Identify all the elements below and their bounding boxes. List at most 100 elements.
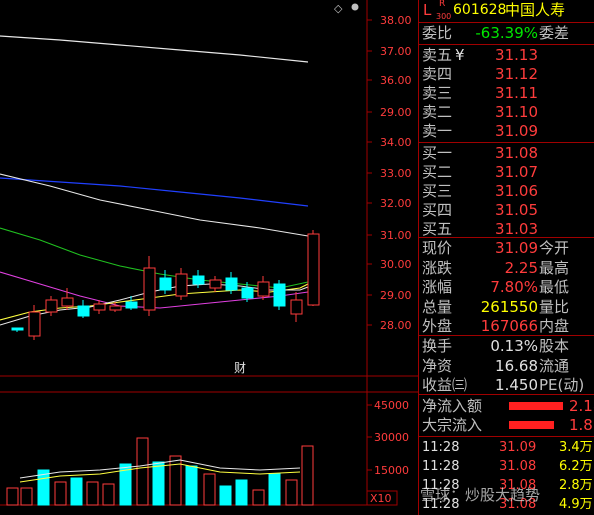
quote-value: 261550: [480, 297, 538, 316]
volume-bar: [54, 481, 67, 506]
price-tick: 31.00: [380, 229, 412, 242]
flow-value: 2.18: [569, 397, 594, 415]
ask-row[interactable]: 卖二 31.10: [419, 103, 594, 122]
bid-row[interactable]: 买二 31.07: [419, 163, 594, 182]
stat-value: 1.450: [495, 376, 538, 394]
volume-bar: [70, 477, 83, 506]
stat-label2: 股本: [539, 337, 570, 355]
price-tick: 38.00: [380, 14, 412, 27]
ask-label: 卖五: [422, 46, 453, 64]
volume-bar: [203, 473, 216, 506]
bid-label: 买四: [422, 201, 453, 219]
quote-label2: 今开: [539, 239, 570, 257]
bid-price: 31.08: [495, 144, 538, 162]
candle-body: [192, 275, 205, 285]
candle-body: [93, 303, 106, 311]
bid-row[interactable]: 买一 31.08: [419, 144, 594, 163]
volume-bar: [235, 479, 248, 506]
price-tick: 33.00: [380, 167, 412, 180]
volume-bar: [268, 473, 281, 506]
kline-chart[interactable]: X10 38.0037.0036.0029.0034.0033.0032.003…: [0, 0, 418, 515]
bid-row[interactable]: 买四 31.05: [419, 201, 594, 220]
ask-price: 31.09: [495, 122, 538, 140]
candle-body: [241, 287, 254, 299]
bid-row[interactable]: 买三 31.06: [419, 182, 594, 201]
dot-icon[interactable]: [351, 3, 359, 11]
stat-label: 换手: [422, 337, 453, 355]
ask-row[interactable]: 卖五 31.13 ¥: [419, 46, 594, 65]
price-tick: 29.00: [380, 106, 412, 119]
quote-row: 涨跌 2.25 最高: [419, 259, 594, 278]
quote-value: 2.25: [504, 258, 538, 277]
bid-price: 31.06: [495, 182, 538, 200]
stat-row: 收益㈢ 1.450 PE(动): [419, 376, 594, 395]
candle-body: [61, 297, 74, 307]
quote-label2: 最低: [539, 278, 570, 296]
volume-bar: [301, 445, 314, 506]
ask-price: 31.10: [495, 103, 538, 121]
volume-bar: [152, 461, 165, 506]
quote-value: 31.09: [495, 239, 538, 257]
tick-volume: 2.8万: [559, 478, 593, 493]
volume-bar: [86, 481, 99, 506]
order-ratio-row: 委比 -63.39% 委差: [422, 24, 570, 42]
ask-price: 31.12: [495, 65, 538, 83]
volume-bars: [6, 437, 314, 506]
quote-value: 7.80%: [490, 278, 538, 296]
quote-label: 现价: [422, 239, 453, 257]
stock-name: 中国人寿: [505, 1, 566, 19]
volume-bar: [20, 487, 33, 506]
stat-label2: 流通: [539, 356, 570, 375]
volume-tick: 15000: [374, 464, 409, 477]
candle-body: [159, 277, 172, 291]
stat-label: 收益㈢: [422, 376, 468, 394]
ask-label: 卖二: [422, 103, 453, 121]
ask-row[interactable]: 卖三 31.11: [419, 84, 594, 103]
stat-row: 换手 0.13% 股本: [419, 337, 594, 356]
candle-body: [11, 327, 24, 331]
flow-bar: [509, 421, 554, 429]
candle-body: [257, 281, 270, 297]
candle-body: [109, 305, 122, 311]
quote-label2: 量比: [539, 297, 570, 316]
tick-row: 11:28 31.09 3.4万: [419, 438, 594, 457]
price-tick: 37.00: [380, 45, 412, 58]
diamond-icon[interactable]: ◇: [334, 2, 343, 15]
flow-row: 大宗流入 1.81: [419, 416, 594, 435]
tick-row: 11:28 31.08 6.2万: [419, 457, 594, 476]
quote-label: 涨幅: [422, 278, 453, 296]
ma-white-long: [0, 35, 309, 63]
candle-body: [175, 273, 188, 297]
market-tag: L: [423, 1, 432, 19]
stat-label: 净资: [422, 356, 453, 375]
ask-label: 卖一: [422, 122, 453, 140]
candle-body: [307, 233, 320, 306]
candle-body: [273, 283, 286, 307]
price-tick: 32.00: [380, 197, 412, 210]
quote-row: 现价 31.09 今开: [419, 239, 594, 258]
candle-body: [45, 299, 58, 313]
ask-row[interactable]: 卖四 31.12: [419, 65, 594, 84]
flow-row: 净流入额 2.18: [419, 397, 594, 416]
volume-bar: [285, 479, 298, 506]
quote-label2: 内盘: [539, 317, 570, 335]
price-axis: 38.00 37.00 36.00 29.00 34.00 33.00 32.00 31.00…: [367, 14, 412, 332]
volume-bar: [169, 455, 182, 506]
bid-label: 买二: [422, 163, 453, 181]
quote-row: 总量 261550 量比: [419, 298, 594, 317]
volume-bar: [185, 465, 198, 506]
price-tick: 34.00: [380, 136, 412, 149]
volume-tick: 45000: [374, 399, 409, 412]
volume-axis: 45000 30000 15000: [367, 399, 409, 477]
quote-panel: L R 300 601628 中国人寿 委比 -63.39% 委差 卖五 31.1…: [418, 0, 594, 515]
candle-body: [290, 299, 303, 315]
tick-time: 11:28: [422, 440, 460, 455]
ma-white: [0, 173, 309, 237]
currency-icon: ¥: [455, 46, 465, 64]
ask-price: 31.13: [495, 46, 538, 64]
quote-value: 167066: [480, 317, 538, 335]
candle-body: [209, 279, 222, 289]
quote-label2: 最高: [539, 258, 570, 277]
ask-row[interactable]: 卖一 31.09: [419, 122, 594, 141]
tick-volume: 3.4万: [559, 440, 593, 455]
